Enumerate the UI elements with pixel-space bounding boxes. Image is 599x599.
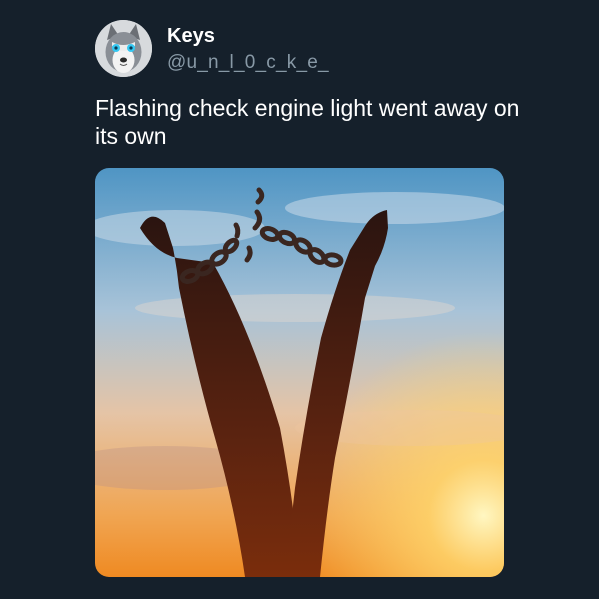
husky-dog-avatar-icon	[95, 20, 152, 77]
display-name[interactable]: Keys	[167, 24, 215, 48]
avatar[interactable]	[95, 20, 152, 77]
broken-chains-sunset-image	[95, 168, 504, 577]
tweet-text: Flashing check engine light went away on…	[95, 95, 520, 149]
tweet-media-photo[interactable]	[95, 168, 504, 577]
tweet-card: Keys @u_n_l_0_c_k_e_ Flashing check engi…	[0, 0, 599, 599]
user-handle[interactable]: @u_n_l_0_c_k_e_	[167, 52, 329, 74]
